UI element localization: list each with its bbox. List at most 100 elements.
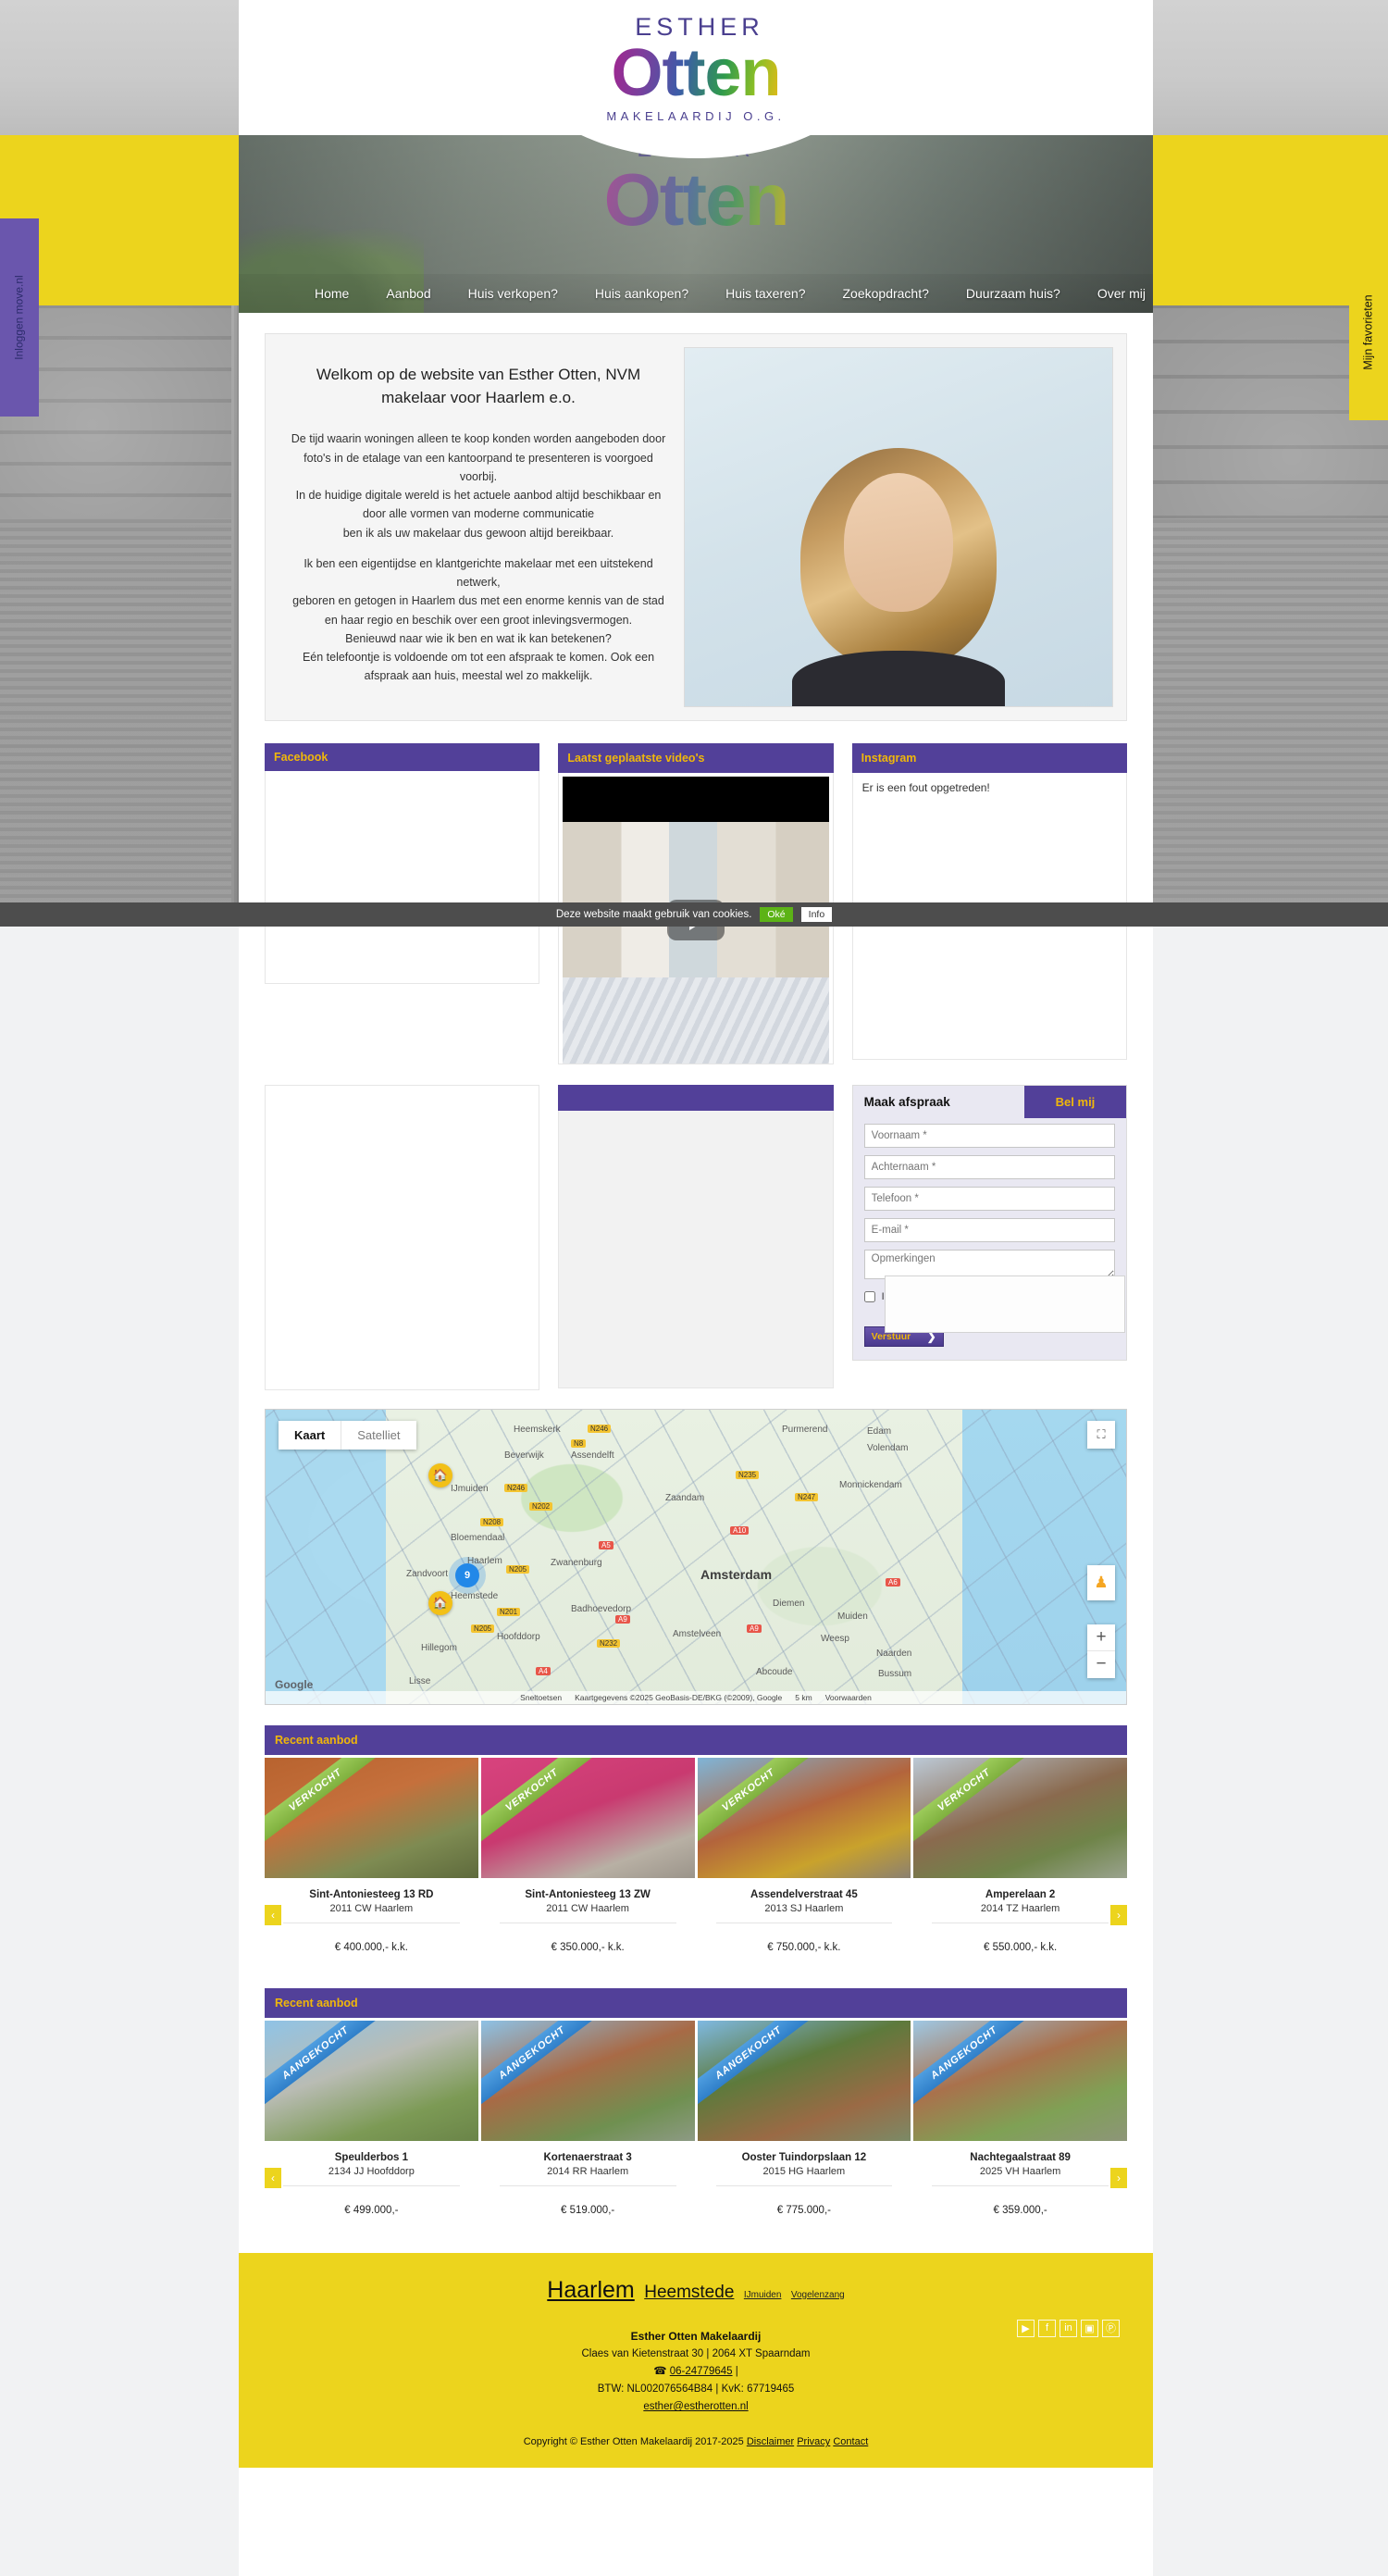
- login-move-tab[interactable]: Inloggen move.nl: [0, 218, 39, 417]
- property-card[interactable]: AANGEKOCHT Ooster Tuindorpslaan 12 2015 HG…: [697, 2020, 911, 2231]
- pinterest-icon[interactable]: Ⓟ: [1102, 2319, 1120, 2337]
- chevron-right-icon[interactable]: ›: [1110, 2167, 1127, 2188]
- property-zip: 2015 HG Haarlem: [762, 2165, 846, 2177]
- listings-container: Recent aanbod VERKOCHT Sint-Antoniesteeg 1…: [265, 1724, 1127, 2231]
- zoom-in-button[interactable]: +: [1087, 1624, 1115, 1651]
- site-header: ESTHER Otten MAKELAARDIJ O.G.: [239, 0, 1153, 158]
- property-card[interactable]: VERKOCHT Sint-Antoniesteeg 13 RD 2011 CW H…: [265, 1757, 478, 1968]
- cookie-info-button[interactable]: Info: [800, 907, 833, 922]
- lastname-field[interactable]: [863, 1154, 1115, 1179]
- intro-card: Welkom op de website van Esther Otten, N…: [265, 333, 1127, 721]
- city-link-vogelenzang[interactable]: Vogelenzang: [791, 2290, 845, 2300]
- house-pin-icon[interactable]: 🏠: [428, 1462, 452, 1487]
- property-zip: 2134 JJ Hoofddorp: [328, 2165, 415, 2177]
- youtube-icon[interactable]: ▶: [1017, 2319, 1035, 2337]
- house-pin-icon[interactable]: 🏠: [428, 1590, 452, 1615]
- tab-bel-mij[interactable]: Bel mij: [1023, 1085, 1126, 1118]
- disclaimer-link[interactable]: Disclaimer: [747, 2436, 794, 2447]
- city-link-heemstede[interactable]: Heemstede: [644, 2283, 734, 2302]
- map-road-shield: A4: [536, 1666, 551, 1675]
- map-attribution: Sneltoetsen Kaartgegevens ©2025 GeoBasis…: [266, 1690, 1126, 1704]
- intro-paragraph-2: Ik ben een eigentijdse en klantgerichte …: [292, 556, 664, 683]
- map-label: Edam: [867, 1425, 892, 1437]
- chevron-right-icon[interactable]: ›: [1110, 1904, 1127, 1925]
- map-label: Abcoude: [756, 1666, 793, 1677]
- cookie-accept-button[interactable]: Oké: [760, 907, 793, 922]
- map-label: Zandvoort: [406, 1568, 449, 1579]
- map-toggle-satelliet[interactable]: Satelliet: [341, 1421, 415, 1450]
- privacy-link[interactable]: Privacy: [797, 2436, 830, 2447]
- favorites-tab[interactable]: Mijn favorieten: [1349, 244, 1388, 420]
- map-cluster-marker[interactable]: 9: [455, 1562, 479, 1587]
- intro-body: De tijd waarin woningen alleen te koop k…: [286, 429, 671, 685]
- copyright-text: Copyright © Esther Otten Makelaardij 201…: [523, 2436, 744, 2448]
- city-link-haarlem[interactable]: Haarlem: [547, 2277, 634, 2303]
- property-meta: Sint-Antoniesteeg 13 ZW 2011 CW Haarlem: [481, 1878, 695, 1932]
- facebook-widget-title: Facebook: [265, 742, 540, 771]
- phone-row: ☎ 06-24779645 |: [266, 2363, 1125, 2381]
- facebook-icon[interactable]: f: [1038, 2319, 1056, 2337]
- status-badge: VERKOCHT: [480, 1757, 609, 1851]
- divider: [499, 2184, 676, 2186]
- map-label: Monnickendam: [839, 1479, 902, 1490]
- instagram-error-message: Er is een fout opgetreden!: [861, 780, 990, 794]
- recaptcha-placeholder[interactable]: [885, 1276, 1125, 1333]
- map-road-shield: N235: [736, 1470, 760, 1479]
- email-link[interactable]: esther@estherotten.nl: [643, 2401, 748, 2412]
- zoom-out-button[interactable]: −: [1087, 1651, 1115, 1678]
- nav-item-aanbod[interactable]: Aanbod: [367, 280, 449, 306]
- phone-link[interactable]: 06-24779645: [670, 2366, 733, 2377]
- nav-item-over-mij[interactable]: Over mij: [1079, 280, 1153, 306]
- map-road-shield: N8: [571, 1438, 587, 1448]
- property-meta: Kortenaerstraat 3 2014 RR Haarlem: [481, 2141, 695, 2195]
- property-address: Assendelverstraat 45: [750, 1888, 858, 1900]
- firstname-field[interactable]: [863, 1123, 1115, 1148]
- map-road-shield: A10: [730, 1525, 750, 1535]
- property-zip: 2014 TZ Haarlem: [980, 1902, 1060, 1914]
- property-card[interactable]: VERKOCHT Sint-Antoniesteeg 13 ZW 2011 CW H…: [480, 1757, 695, 1968]
- property-address: Sint-Antoniesteeg 13 RD: [309, 1888, 434, 1900]
- map-toggle-kaart[interactable]: Kaart: [279, 1420, 342, 1450]
- property-price: € 400.000,- k.k.: [334, 1941, 409, 1953]
- nav-item-huis-aankopen[interactable]: Huis aankopen?: [576, 280, 707, 306]
- site-footer: Haarlem Heemstede IJmuiden Vogelenzang ▶…: [239, 2252, 1153, 2469]
- second-widgets-row: Maak afspraak Bel mij Ik ga akkoord met …: [265, 1084, 1127, 1390]
- fullscreen-icon[interactable]: ⛶: [1087, 1420, 1115, 1449]
- chevron-left-icon[interactable]: ‹: [265, 2167, 281, 2188]
- nav-item-zoekopdracht[interactable]: Zoekopdracht?: [824, 280, 948, 306]
- privacy-checkbox[interactable]: [863, 1290, 875, 1302]
- property-card[interactable]: VERKOCHT Assendelverstraat 45 2013 SJ Haar…: [697, 1757, 911, 1968]
- nav-item-huis-taxeren[interactable]: Huis taxeren?: [707, 280, 824, 306]
- portrait-shoulders: [792, 650, 1005, 706]
- property-photo: VERKOCHT: [697, 1757, 911, 1878]
- properties-map[interactable]: 🏠 🏠 9 Kaart Satelliet ⛶ ♟ + − Heemskerk P…: [265, 1408, 1127, 1705]
- nav-item-huis-verkopen[interactable]: Huis verkopen?: [450, 280, 576, 306]
- property-card[interactable]: AANGEKOCHT Kortenaerstraat 3 2014 RR Haarl…: [480, 2020, 695, 2231]
- property-card[interactable]: AANGEKOCHT Nachtegaalstraat 89 2025 VH Haa…: [913, 2020, 1127, 2231]
- map-type-toggle: Kaart Satelliet: [279, 1420, 416, 1450]
- city-link-ijmuiden[interactable]: IJmuiden: [744, 2290, 782, 2300]
- left-empty-panel-col: [265, 1084, 540, 1390]
- phone-field[interactable]: [863, 1186, 1115, 1211]
- linkedin-icon[interactable]: in: [1060, 2319, 1077, 2337]
- contact-link[interactable]: Contact: [833, 2436, 868, 2447]
- map-label-city: Amsterdam: [700, 1566, 773, 1582]
- property-card[interactable]: AANGEKOCHT Speulderbos 1 2134 JJ Hoofddorp…: [265, 2020, 478, 2231]
- property-meta: Speulderbos 1 2134 JJ Hoofddorp: [265, 2141, 478, 2195]
- chevron-left-icon[interactable]: ‹: [265, 1904, 281, 1925]
- map-label: Amstelveen: [673, 1628, 722, 1639]
- pegman-icon[interactable]: ♟: [1087, 1564, 1115, 1600]
- tab-maak-afspraak[interactable]: Maak afspraak: [853, 1086, 1024, 1118]
- map-terms-link[interactable]: Voorwaarden: [825, 1693, 872, 1702]
- remarks-field[interactable]: [863, 1249, 1115, 1279]
- status-badge: AANGEKOCHT: [480, 2020, 609, 2114]
- social-links: ▶ f in ▣ Ⓟ: [1017, 2319, 1120, 2337]
- nav-item-duurzaam-huis[interactable]: Duurzaam huis?: [948, 280, 1079, 306]
- nav-item-home[interactable]: Home: [259, 280, 367, 306]
- listing-block-title: Recent aanbod: [265, 1987, 1127, 2018]
- map-shortcuts-link[interactable]: Sneltoetsen: [520, 1693, 562, 1702]
- instagram-icon[interactable]: ▣: [1081, 2319, 1098, 2337]
- map-label: Hillegom: [421, 1642, 457, 1653]
- property-card[interactable]: VERKOCHT Amperelaan 2 2014 TZ Haarlem € 550…: [913, 1757, 1127, 1968]
- email-field[interactable]: [863, 1217, 1115, 1242]
